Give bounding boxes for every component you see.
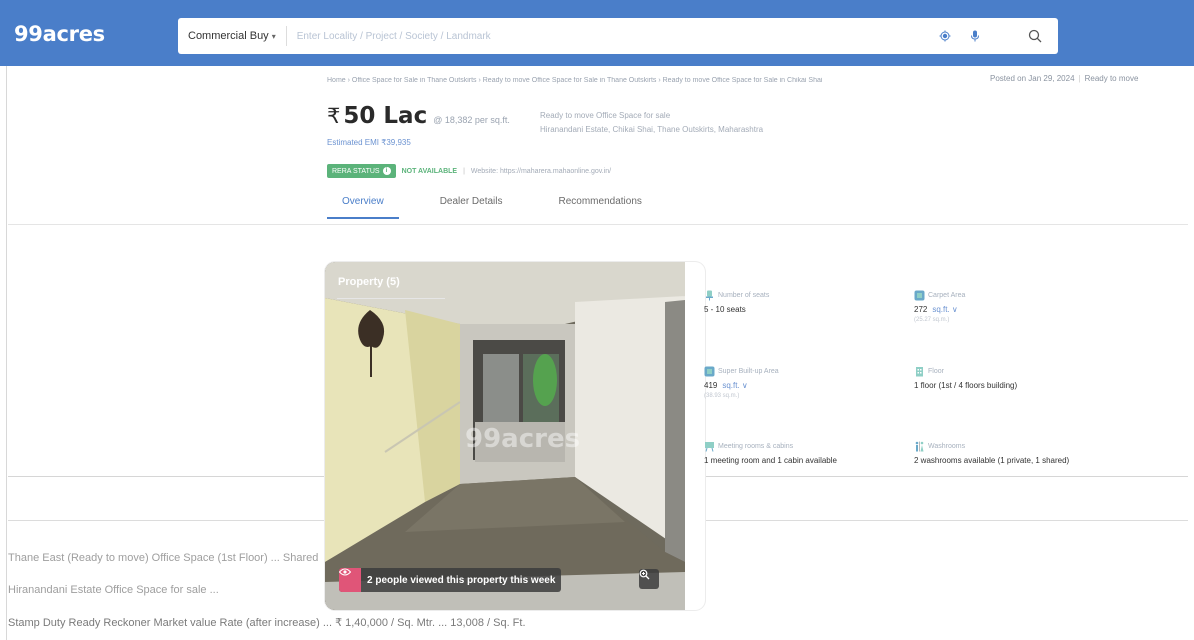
search-icon[interactable] xyxy=(1020,21,1050,51)
info-icon: i xyxy=(382,167,391,175)
gallery-label[interactable]: Property (5) xyxy=(338,276,400,288)
divider xyxy=(8,224,1188,225)
tab-dealer-details[interactable]: Dealer Details xyxy=(425,192,518,219)
search-category-label: Commercial Buy xyxy=(188,30,269,42)
feature-value: 419 sq.ft. ∨ xyxy=(704,380,894,392)
feature-label: Carpet Area xyxy=(928,292,966,299)
feature-sub: (25.27 sq.m.) xyxy=(914,317,950,323)
search-category-dropdown[interactable]: Commercial Buy ▾ xyxy=(178,26,287,46)
rupee-symbol: ₹ xyxy=(327,104,341,128)
views-badge: 2 people viewed this property this week xyxy=(339,568,562,592)
feature-number: 419 xyxy=(704,381,718,390)
feature-label: Washrooms xyxy=(928,443,966,450)
unit-label: sq.ft. xyxy=(722,381,740,390)
feature-value: 1 meeting room and 1 cabin available xyxy=(704,456,837,465)
chevron-down-icon: ▾ xyxy=(271,32,276,41)
property-photo[interactable]: 99acres Property (5) 2 people viewed thi… xyxy=(325,262,685,610)
views-text: 2 people viewed this property this week xyxy=(367,574,556,586)
feature-super-builtup-area: Super Built-up Area 419 sq.ft. ∨ (38.93 s… xyxy=(704,366,894,399)
feature-value: 272 sq.ft. ∨ xyxy=(914,304,1104,316)
price-value: 50 Lac xyxy=(343,103,428,129)
divider: | xyxy=(463,167,465,175)
zoom-button[interactable] xyxy=(639,569,659,589)
section-tabs: Overview Dealer Details Recommendations xyxy=(327,192,683,219)
feature-label: Floor xyxy=(928,368,944,375)
property-title: Ready to move Office Space for sale Hira… xyxy=(540,106,840,140)
microphone-icon[interactable] xyxy=(960,21,990,51)
feature-meeting-rooms: Meeting rooms & cabins 1 meeting room an… xyxy=(704,441,894,467)
seat-icon xyxy=(706,290,713,301)
tab-recommendations[interactable]: Recommendations xyxy=(544,192,657,219)
area-icon xyxy=(914,290,925,301)
rera-status-value: NOT AVAILABLE xyxy=(401,167,458,175)
site-logo[interactable]: 99acres xyxy=(14,22,105,46)
background-row: Hiranandani Estate Office Space for sale… xyxy=(8,584,219,596)
watermark: 99acres xyxy=(465,424,581,454)
property-address: Hiranandani Estate, Chikai Shai, Thane O… xyxy=(540,125,764,134)
possession-status: Ready to move xyxy=(1084,74,1139,83)
feature-label: Meeting rooms & cabins xyxy=(718,443,794,450)
price-per-sqft: @ 18,382 per sq.ft. xyxy=(433,115,510,125)
location-icon[interactable] xyxy=(930,21,960,51)
breadcrumb[interactable]: Home › Office Space for Sale in Thane Ou… xyxy=(327,77,957,84)
meeting-icon xyxy=(705,442,714,452)
page-left-border xyxy=(6,66,7,640)
background-row: Thane East (Ready to move) Office Space … xyxy=(8,552,319,564)
feature-label: Number of seats xyxy=(718,292,770,299)
posted-info: Posted on Jan 29, 2024 | Ready to move xyxy=(990,74,1139,83)
emi-link[interactable]: Estimated EMI ₹39,935 xyxy=(327,138,411,147)
rera-status-badge[interactable]: RERA STATUS i xyxy=(327,164,396,178)
feature-washrooms: Washrooms 2 washrooms available (1 priva… xyxy=(914,441,1104,467)
eye-icon xyxy=(339,568,361,592)
area-icon xyxy=(704,366,715,377)
property-overview-card: 99acres Property (5) 2 people viewed thi… xyxy=(325,262,705,610)
rera-row: RERA STATUS i NOT AVAILABLE | Website: h… xyxy=(327,164,611,178)
background-row: Stamp Duty Ready Reckoner Market value R… xyxy=(8,617,526,629)
search-input[interactable] xyxy=(286,21,930,51)
unit-label: sq.ft. xyxy=(932,305,950,314)
tab-overview[interactable]: Overview xyxy=(327,192,399,219)
feature-seats: Number of seats 5 - 10 seats xyxy=(704,290,894,316)
feature-value: 1 floor (1st / 4 floors building) xyxy=(914,381,1018,390)
feature-sub: (38.93 sq.m.) xyxy=(704,393,740,399)
washroom-icon xyxy=(915,441,924,452)
feature-label: Super Built-up Area xyxy=(718,368,779,375)
unit-dropdown[interactable]: sq.ft. ∨ xyxy=(722,381,747,390)
feature-carpet-area: Carpet Area 272 sq.ft. ∨ (25.27 sq.m.) xyxy=(914,290,1104,323)
posted-date: Posted on Jan 29, 2024 xyxy=(990,74,1075,83)
unit-dropdown[interactable]: sq.ft. ∨ xyxy=(932,305,957,314)
feature-number: 272 xyxy=(914,305,928,314)
rera-status-label: RERA STATUS xyxy=(332,167,380,175)
top-navbar: 99acres Commercial Buy ▾ xyxy=(0,0,1194,66)
price-block: ₹ 50 Lac @ 18,382 per sq.ft. xyxy=(327,103,510,129)
feature-value: 2 washrooms available (1 private, 1 shar… xyxy=(914,456,1070,465)
search-bar: Commercial Buy ▾ xyxy=(178,18,1058,54)
zoom-icon xyxy=(639,569,650,580)
feature-floor: Floor 1 floor (1st / 4 floors building) xyxy=(914,366,1104,392)
divider xyxy=(337,298,445,299)
rera-website-link[interactable]: Website: https://maharera.mahaonline.gov… xyxy=(471,168,611,175)
building-icon xyxy=(916,367,923,377)
feature-value: 5 - 10 seats xyxy=(704,305,746,314)
